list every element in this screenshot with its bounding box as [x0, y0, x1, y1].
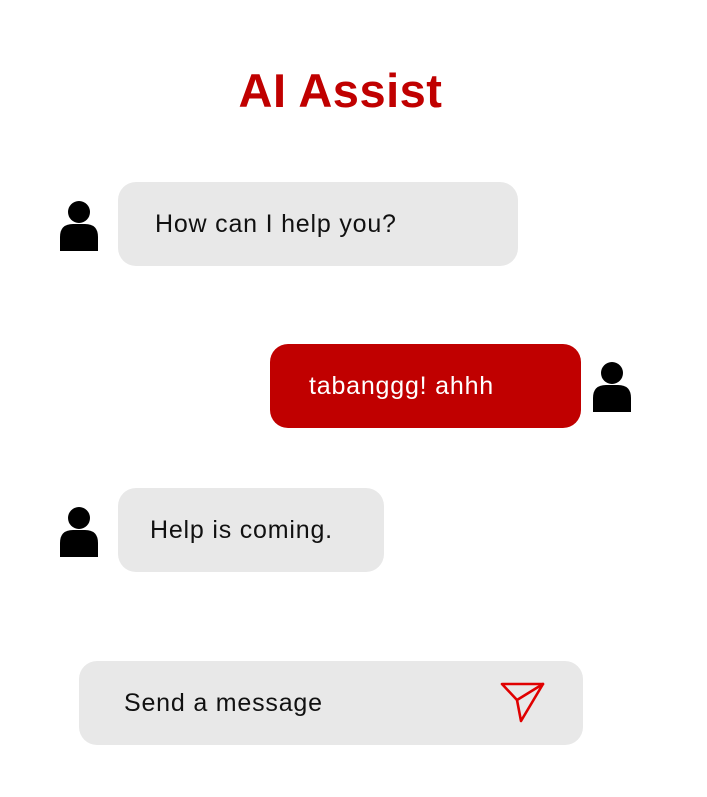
user-avatar-person-icon — [593, 360, 631, 412]
app-title: AI Assist — [238, 64, 443, 117]
message-text: How can I help you? — [155, 209, 397, 238]
message-bubble-user: tabanggg! ahhh — [270, 344, 581, 428]
message-bubble-assistant: How can I help you? — [118, 182, 518, 266]
send-icon — [500, 682, 545, 723]
message-text: tabanggg! ahhh — [309, 371, 494, 400]
assistant-avatar-person-icon — [60, 199, 98, 251]
send-button[interactable] — [499, 681, 547, 725]
assistant-avatar-person-icon — [60, 505, 98, 557]
message-text: Help is coming. — [150, 515, 333, 544]
message-bubble-assistant: Help is coming. — [118, 488, 384, 572]
message-input-placeholder: Send a message — [124, 689, 323, 717]
message-input-field[interactable]: Send a message — [79, 661, 583, 745]
